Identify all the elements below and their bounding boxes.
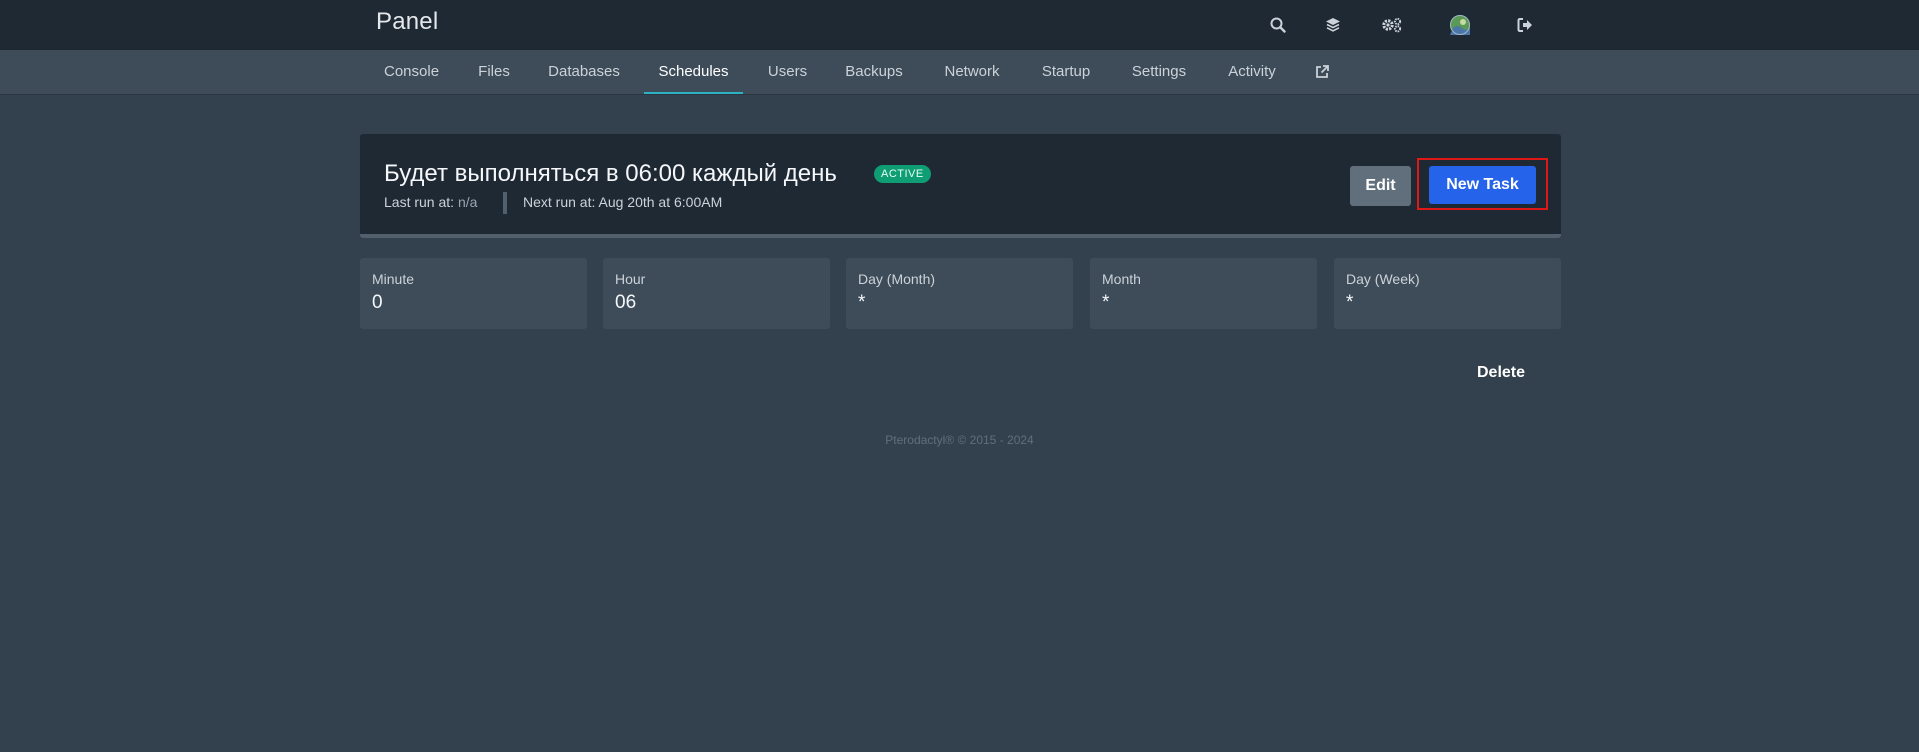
cron-day-week: Day (Week) *	[1334, 258, 1561, 329]
cron-value: *	[1102, 292, 1110, 313]
cron-value: 06	[615, 292, 637, 313]
delete-button[interactable]: Delete	[1466, 358, 1536, 388]
tab-activity[interactable]: Activity	[1225, 50, 1279, 94]
active-tab-indicator	[644, 92, 743, 94]
edit-button[interactable]: Edit	[1350, 166, 1411, 206]
highlight-box: New Task	[1417, 158, 1548, 210]
next-run: Next run at: Aug 20th at 6:00AM	[523, 194, 723, 210]
layers-icon[interactable]	[1319, 11, 1347, 39]
external-link-icon[interactable]	[1312, 50, 1332, 94]
cron-minute: Minute 0	[360, 258, 587, 329]
last-run-value: n/a	[457, 194, 478, 210]
top-navbar: Panel	[0, 0, 1919, 50]
last-run-label: Last run at:	[384, 194, 455, 210]
search-icon[interactable]	[1264, 11, 1292, 39]
tab-backups[interactable]: Backups	[845, 50, 903, 94]
cron-value: *	[1346, 292, 1354, 313]
tab-console[interactable]: Console	[384, 50, 439, 94]
meta-divider	[503, 192, 507, 214]
cron-hour: Hour 06	[603, 258, 830, 329]
cron-label: Hour	[615, 271, 646, 287]
cron-value: *	[858, 292, 866, 313]
cron-label: Minute	[372, 271, 415, 287]
tab-files[interactable]: Files	[476, 50, 512, 94]
tab-settings[interactable]: Settings	[1130, 50, 1188, 94]
cron-label: Day (Month)	[858, 271, 936, 287]
cron-label: Day (Week)	[1346, 271, 1420, 287]
tab-network[interactable]: Network	[941, 50, 1003, 94]
cron-month: Month *	[1090, 258, 1317, 329]
tab-users[interactable]: Users	[767, 50, 808, 94]
cogs-icon[interactable]	[1378, 11, 1406, 39]
new-task-button[interactable]: New Task	[1429, 166, 1536, 204]
tab-databases[interactable]: Databases	[548, 50, 620, 94]
sign-out-icon[interactable]	[1511, 11, 1539, 39]
avatar[interactable]	[1446, 11, 1474, 39]
status-badge: ACTIVE	[874, 165, 931, 183]
cron-label: Month	[1102, 271, 1141, 287]
brand-title[interactable]: Panel	[376, 8, 438, 36]
cron-day-month: Day (Month) *	[846, 258, 1073, 329]
schedule-title: Будет выполняться в 06:00 каждый день	[384, 160, 837, 187]
last-run: Last run at: n/a	[384, 194, 477, 210]
server-subnav: Console Files Databases Schedules Users …	[0, 50, 1919, 95]
cron-value: 0	[372, 292, 383, 313]
schedule-card: Будет выполняться в 06:00 каждый день AC…	[360, 134, 1561, 238]
tab-schedules[interactable]: Schedules	[657, 50, 730, 94]
tab-startup[interactable]: Startup	[1039, 50, 1093, 94]
header-icon-group	[1240, 0, 1540, 50]
footer-copyright: Pterodactyl® © 2015 - 2024	[885, 433, 1034, 447]
